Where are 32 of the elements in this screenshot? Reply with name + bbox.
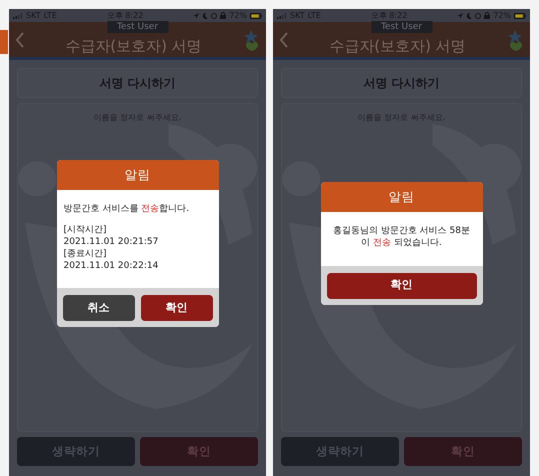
location-icon xyxy=(457,12,464,18)
moon-icon xyxy=(202,12,208,18)
dialog-detail: 2021.11.01 20:22:14 xyxy=(64,260,160,272)
back-icon[interactable] xyxy=(15,32,25,48)
resign-button[interactable]: 서명 다시하기 xyxy=(281,68,522,98)
cropped-panel xyxy=(0,30,8,54)
battery-icon xyxy=(514,12,526,18)
dialog-detail: [종료시간] xyxy=(64,248,108,261)
screen-title: 수급자(보호자) 서명 xyxy=(329,36,466,54)
location-icon xyxy=(193,12,200,18)
screen-title: 수급자(보호자) 서명 xyxy=(65,36,202,54)
user-tag: Test User xyxy=(370,21,432,33)
confirm-button[interactable]: 확인 xyxy=(140,295,212,322)
signal-icon xyxy=(13,12,23,18)
back-icon[interactable] xyxy=(279,32,289,48)
lock-icon xyxy=(484,12,490,19)
dialog-message: 방문간호 서비스를 전송합니다. xyxy=(64,204,190,216)
dialog-title: 알림 xyxy=(56,160,218,190)
user-tag: Test User xyxy=(106,21,168,33)
logo-icon xyxy=(506,28,524,50)
dialog-message: 홍길동님의 방문간호 서비스 58분 이 전송 되었습니다. xyxy=(332,226,472,250)
dialog-detail: [시작시간] xyxy=(64,225,108,237)
cancel-button[interactable]: 취소 xyxy=(62,295,134,322)
resign-button[interactable]: 서명 다시하기 xyxy=(17,68,258,98)
dialog-detail: 2021.11.01 20:21:57 xyxy=(64,237,160,249)
logo-icon xyxy=(242,28,260,50)
lock-icon xyxy=(220,12,226,19)
confirm-button[interactable]: 확인 xyxy=(326,272,476,299)
moon-icon xyxy=(466,12,472,18)
battery-icon xyxy=(250,12,262,18)
signal-icon xyxy=(277,12,287,18)
dialog-title: 알림 xyxy=(320,182,482,212)
